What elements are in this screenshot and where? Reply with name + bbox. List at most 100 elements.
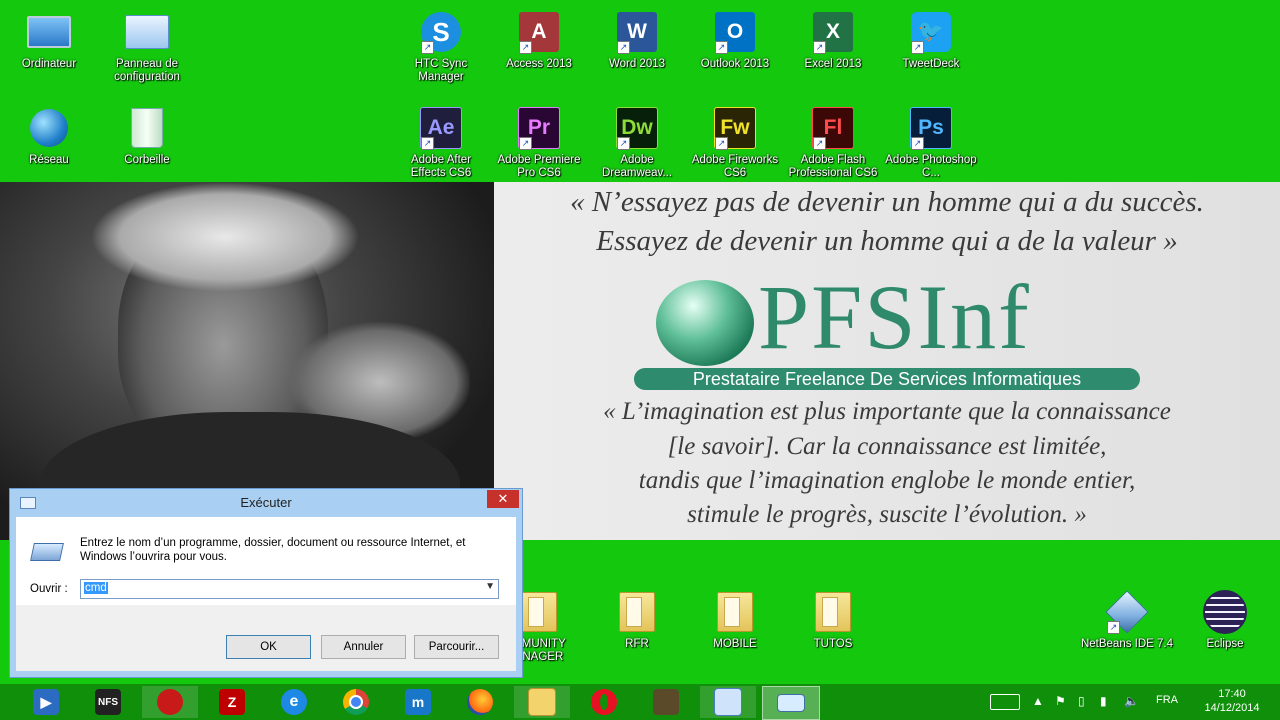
file-explorer-icon: [528, 688, 556, 716]
taskbar-item-file-explorer[interactable]: [514, 686, 570, 718]
desktop-icon-label: Adobe After Effects CS6: [410, 154, 472, 179]
folder-icon: [717, 592, 753, 632]
desktop-icon-label: Adobe Fireworks CS6: [691, 154, 779, 179]
desktop-icon-label: TweetDeck: [902, 58, 960, 70]
shortcut-arrow-icon: ↗: [519, 137, 532, 150]
run-dialog-description: Entrez le nom d’un programme, dossier, d…: [80, 537, 466, 563]
computer-icon: [27, 16, 71, 48]
chrome-icon: [343, 689, 369, 715]
globe-icon: [656, 280, 754, 366]
volume-icon[interactable]: 🔈: [1124, 694, 1139, 708]
desktop-icon-after-effects[interactable]: Ae ↗ Adobe After Effects CS6: [393, 106, 489, 180]
language-indicator[interactable]: FRA: [1156, 694, 1178, 706]
desktop-icon-photoshop[interactable]: Ps ↗ Adobe Photoshop C...: [883, 106, 979, 180]
cancel-button[interactable]: Annuler: [321, 635, 406, 659]
shortcut-arrow-icon: ↗: [813, 137, 826, 150]
action-center-flag-icon[interactable]: ⚑: [1055, 694, 1066, 708]
desktop-icon-eclipse[interactable]: Eclipse: [1177, 590, 1273, 651]
taskbar-item-nfs[interactable]: NFS: [80, 686, 136, 718]
shortcut-arrow-icon: ↗: [911, 41, 924, 54]
desktop-icon-rfr[interactable]: RFR: [589, 590, 685, 651]
keyboard-icon[interactable]: [990, 694, 1020, 710]
taskbar-item-run[interactable]: [762, 686, 820, 720]
desktop-icon-label: Eclipse: [1206, 638, 1244, 650]
taskbar: ▶ NFS Z e m ▲ ⚑ ▯ ▮ 🔈 FRA 17:40 14/12/20…: [0, 684, 1280, 720]
internet-explorer-icon: e: [281, 689, 307, 715]
run-program-icon: [30, 543, 64, 561]
open-label: Ouvrir :: [30, 583, 68, 595]
browse-button[interactable]: Parcourir...: [414, 635, 499, 659]
ok-button[interactable]: OK: [226, 635, 311, 659]
desktop-icon-access[interactable]: A ↗ Access 2013: [491, 10, 587, 71]
clock-date: 14/12/2014: [1204, 702, 1260, 714]
desktop-icon-excel[interactable]: X ↗ Excel 2013: [785, 10, 881, 71]
device-icon[interactable]: ▯: [1078, 694, 1085, 708]
control-panel-icon: [125, 15, 169, 49]
pfsinf-logo: PFSInf Prestataire Freelance De Services…: [634, 266, 1150, 396]
folder-icon: [619, 592, 655, 632]
opera-icon: [591, 689, 617, 715]
folder-icon: [815, 592, 851, 632]
quote-2-line-3: tandis que l’imagination englobe le mond…: [638, 467, 1136, 494]
desktop-icon-label: TUTOS: [813, 638, 853, 650]
desktop-icon-label: Access 2013: [506, 58, 572, 70]
taskbar-item-chrome[interactable]: [328, 686, 384, 718]
clock[interactable]: 17:40 14/12/2014: [1196, 687, 1268, 715]
taskbar-item-filezilla[interactable]: Z: [204, 686, 260, 718]
desktop-icon-control-panel[interactable]: Panneau de configuration: [99, 10, 195, 84]
desktop-icon-netbeans[interactable]: ↗ NetBeans IDE 7.4: [1079, 590, 1175, 651]
desktop-icon-label: Panneau de configuration: [114, 58, 180, 83]
desktop-icon-premiere[interactable]: Pr ↗ Adobe Premiere Pro CS6: [491, 106, 587, 180]
desktop-icon-label: Adobe Dreamweav...: [601, 154, 673, 179]
taskbar-item-firefox[interactable]: [452, 686, 508, 718]
media-center-icon: ▶: [33, 689, 59, 715]
run-dialog-footer: OK Annuler Parcourir...: [16, 605, 516, 671]
logo-text: PFSInf: [758, 266, 1031, 368]
desktop-icon-computer[interactable]: Ordinateur: [1, 10, 97, 71]
taskbar-item-control-panel[interactable]: [700, 686, 756, 718]
desktop-icon-dreamweaver[interactable]: Dw ↗ Adobe Dreamweav...: [589, 106, 685, 180]
quote-2-line-4: stimule le progrès, suscite l’évolution.…: [687, 501, 1087, 528]
chevron-down-icon[interactable]: ▼: [485, 581, 495, 592]
desktop-icon-htc-sync[interactable]: S ↗ HTC Sync Manager: [393, 10, 489, 84]
firefox-icon: [467, 689, 493, 715]
desktop-icon-mobile[interactable]: MOBILE: [687, 590, 783, 651]
desktop-icon-tutos[interactable]: TUTOS: [785, 590, 881, 651]
desktop-icon-flash[interactable]: Fl ↗ Adobe Flash Professional CS6: [785, 106, 881, 180]
desktop-icon-label: Adobe Premiere Pro CS6: [497, 154, 581, 179]
close-button[interactable]: ✕: [487, 490, 519, 508]
recycle-bin-icon: [131, 108, 163, 148]
shortcut-arrow-icon: ↗: [715, 137, 728, 150]
quote-1-line-2: Essayez de devenir un homme qui a de la …: [596, 225, 1178, 257]
desktop-icon-outlook[interactable]: O ↗ Outlook 2013: [687, 10, 783, 71]
folder-icon: [521, 592, 557, 632]
desktop-icon-tweetdeck[interactable]: 🐦 ↗ TweetDeck: [883, 10, 979, 71]
quote-2-line-1: « L’imagination est plus importante que …: [603, 398, 1171, 425]
desktop-icon-fireworks[interactable]: Fw ↗ Adobe Fireworks CS6: [687, 106, 783, 180]
open-input[interactable]: cmd ▼: [80, 579, 499, 599]
desktop-icon-label: Excel 2013: [804, 58, 862, 70]
shortcut-arrow-icon: ↗: [421, 137, 434, 150]
wallpaper-banner: « N’essayez pas de devenir un homme qui …: [0, 182, 1280, 540]
desktop-icon-word[interactable]: W ↗ Word 2013: [589, 10, 685, 71]
taskbar-item-windows-media[interactable]: ▶: [18, 686, 74, 718]
desktop-icon-label: MOBILE: [713, 638, 757, 650]
quote-1-line-1: « N’essayez pas de devenir un homme qui …: [570, 186, 1204, 218]
open-input-value: cmd: [84, 582, 108, 594]
taskbar-item-game[interactable]: [638, 686, 694, 718]
shortcut-arrow-icon: ↗: [421, 41, 434, 54]
desktop-icon-network[interactable]: Réseau: [1, 106, 97, 167]
desktop-icon-recycle-bin[interactable]: Corbeille: [99, 106, 195, 167]
red-app-icon: [157, 689, 183, 715]
desktop-icon-label: RFR: [625, 638, 649, 650]
taskbar-item-opera[interactable]: [576, 686, 632, 718]
taskbar-item-red-app[interactable]: [142, 686, 198, 718]
shortcut-arrow-icon: ↗: [617, 137, 630, 150]
run-icon: [777, 694, 805, 712]
network-signal-icon[interactable]: ▮: [1100, 694, 1107, 708]
logo-tagline: Prestataire Freelance De Services Inform…: [634, 368, 1140, 390]
taskbar-item-internet-explorer[interactable]: e: [266, 686, 322, 718]
portrait-photo: [0, 182, 494, 540]
taskbar-item-maxthon[interactable]: m: [390, 686, 446, 718]
show-hidden-icons-button[interactable]: ▲: [1032, 694, 1044, 708]
